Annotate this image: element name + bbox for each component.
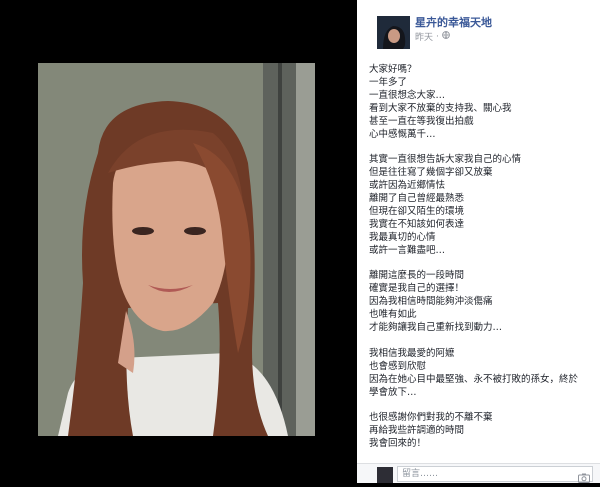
post-line: 或許因為近鄉情怯 [369, 180, 446, 192]
post-line: 看到大家不放棄的支持我、關心我 [369, 102, 512, 114]
post-paragraph: 其實一直很想告訴大家我自己的心情 但是往往寫了幾個字卻又放棄 或許因為近鄉情怯 離開了… [369, 154, 594, 257]
post-paragraph: 我相信我最愛的阿嬤 也會感到欣慰 因為在她心目中最堅強、永不被打敗的孫女，終於 學會放… [369, 348, 594, 400]
post-line: 一直很想念大家… [369, 89, 446, 101]
post-paragraph: 離開這麼長的一段時間 確實是我自己的選擇！ 因為我相信時間能夠沖淡傷痛 也唯有如此 才能… [369, 270, 594, 335]
post-line: 學會放下… [369, 386, 417, 398]
post-line: 我相信我最愛的阿嬤 [369, 347, 455, 359]
photo-viewer [0, 0, 357, 482]
post-timestamp[interactable]: 昨天 [415, 30, 433, 43]
dot-separator: · [436, 31, 439, 42]
post-line: 離開了自己曾經最熟悉 [369, 193, 465, 205]
globe-icon [442, 31, 450, 42]
post-paragraph: 也很感謝你們對我的不離不棄 再給我些許調適的時間 我會回來的！ [369, 412, 594, 451]
post-panel: 星卉的幸福天地 昨天 · 大家好嗎？ 一年多了 一直很想念大家… 看到大家不放棄的支持… [357, 0, 600, 482]
post-line: 我最真切的心情 [369, 231, 436, 243]
post-line: 離開這麼長的一段時間 [369, 270, 465, 282]
post-line: 因為我相信時間能夠沖淡傷痛 [369, 296, 493, 308]
post-photo[interactable] [38, 63, 315, 436]
post-line: 再給我些許調適的時間 [369, 425, 465, 437]
comment-bar [357, 463, 600, 483]
avatar-image [377, 16, 410, 49]
post-line: 也很感謝你們對我的不離不棄 [369, 412, 493, 424]
post-paragraph: 大家好嗎？ 一年多了 一直很想念大家… 看到大家不放棄的支持我、關心我 甚至一直在等我復… [369, 64, 594, 141]
post-line: 我實在不知該如何表達 [369, 218, 465, 230]
post-meta: 昨天 · [415, 30, 450, 43]
post-author-name[interactable]: 星卉的幸福天地 [415, 14, 492, 30]
post-line: 其實一直很想告訴大家我自己的心情 [369, 154, 522, 166]
post-line: 大家好嗎？ [369, 64, 417, 75]
post-message: 大家好嗎？ 一年多了 一直很想念大家… 看到大家不放棄的支持我、關心我 甚至一直在等我復… [369, 64, 594, 482]
post-line: 一年多了 [369, 76, 408, 88]
post-line: 或許一言難盡吧… [369, 244, 446, 256]
commenter-avatar [377, 467, 393, 483]
post-line: 也會感到欣慰 [369, 360, 427, 372]
post-line: 確實是我自己的選擇！ [369, 283, 465, 295]
post-line: 但是往往寫了幾個字卻又放棄 [369, 167, 493, 179]
post-line: 才能夠讓我自己重新找到動力… [369, 322, 503, 334]
post-line: 但現在卻又陌生的環境 [369, 205, 465, 217]
comment-input[interactable] [397, 466, 593, 482]
post-line: 心中感慨萬千… [369, 128, 436, 140]
post-line: 甚至一直在等我復出拍戲 [369, 115, 474, 127]
post-line: 因為在她心目中最堅強、永不被打敗的孫女，終於 [369, 373, 579, 385]
selfie-image [38, 63, 315, 436]
post-line: 也唯有如此 [369, 309, 417, 321]
post-line: 我會回來的！ [369, 438, 427, 450]
camera-icon[interactable] [578, 468, 590, 483]
author-avatar[interactable] [377, 16, 410, 49]
